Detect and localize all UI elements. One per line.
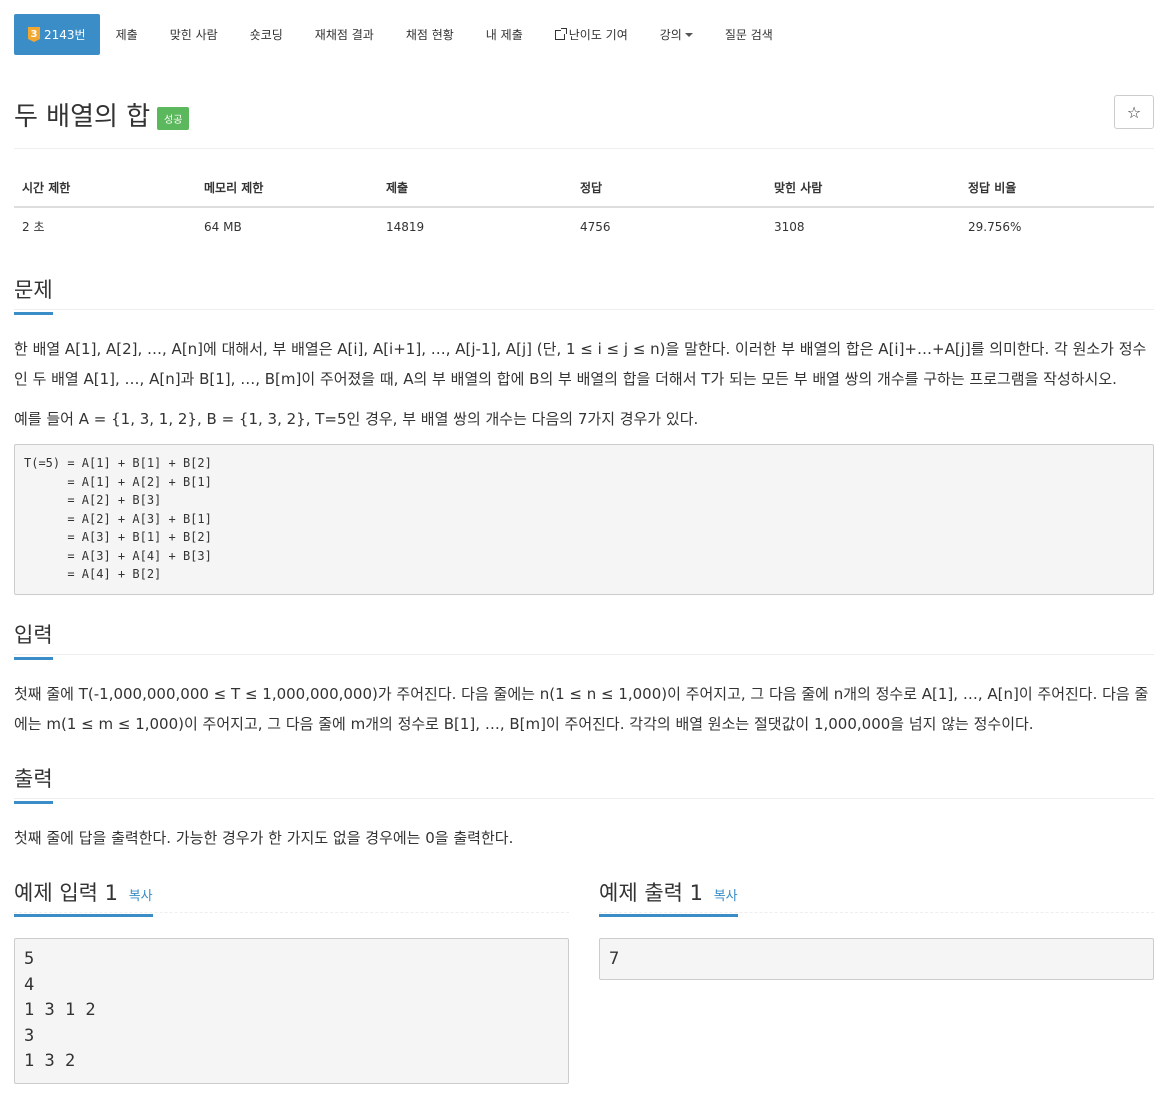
problem-example-intro: 예를 들어 A = {1, 3, 1, 2}, B = {1, 3, 2}, T…: [14, 410, 699, 428]
problem-menu: 3 2143번 제출 맞힌 사람 숏코딩 재채점 결과 채점 현황 내 제출 난…: [14, 14, 789, 55]
tab-submit[interactable]: 제출: [100, 14, 154, 55]
problem-info-table: 시간 제한 메모리 제한 제출 정답 맞힌 사람 정답 비율 2 초 64 MB…: [14, 170, 1154, 245]
time-limit-value: 2 초: [22, 220, 45, 234]
output-description: 첫째 줄에 답을 출력한다. 가능한 경우가 한 가지도 없을 경우에는 0을 …: [14, 829, 514, 847]
sample-input-heading: 예제 입력 1 복사: [14, 877, 569, 917]
tab-rejudge-results[interactable]: 재채점 결과: [299, 14, 390, 55]
header-accept-ratio: 정답 비율: [960, 170, 1154, 208]
tab-difficulty-contribution[interactable]: 난이도 기여: [539, 14, 644, 55]
tier-badge-icon: 3: [28, 27, 40, 42]
input-description: 첫째 줄에 T(-1,000,000,000 ≤ T ≤ 1,000,000,0…: [14, 685, 1149, 733]
input-heading: 입력: [14, 619, 1154, 660]
caret-down-icon: [684, 32, 693, 37]
star-icon: ☆: [1126, 102, 1142, 122]
table-header-row: 시간 제한 메모리 제한 제출 정답 맞힌 사람 정답 비율: [14, 170, 1154, 208]
output-heading-text: 출력: [14, 763, 53, 804]
divider: [14, 148, 1154, 149]
table-row: 2 초 64 MB 14819 4756 3108 29.756%: [14, 207, 1154, 245]
problem-description: 한 배열 A[1], A[2], …, A[n]에 대해서, 부 배열은 A[i…: [14, 340, 1147, 388]
tab-lectures-label: 강의: [659, 28, 682, 42]
header-accepted: 정답: [572, 170, 766, 208]
tab-lectures[interactable]: 강의: [644, 14, 709, 55]
problem-example-code: T(=5) = A[1] + B[1] + B[2] = A[1] + A[2]…: [14, 444, 1154, 595]
tab-my-submissions[interactable]: 내 제출: [470, 14, 539, 55]
status-badge: 성공: [157, 107, 190, 130]
memory-limit-value: 64 MB: [204, 219, 242, 234]
tab-question-search[interactable]: 질문 검색: [709, 14, 789, 55]
header-solved-users: 맞힌 사람: [766, 170, 960, 208]
header-submissions: 제출: [378, 170, 572, 208]
copy-sample-input-button[interactable]: 복사: [129, 889, 153, 904]
tab-problem-label: 2143번: [44, 28, 86, 42]
problem-heading: 문제: [14, 274, 1154, 315]
output-heading: 출력: [14, 763, 1154, 804]
external-link-icon: [554, 27, 567, 40]
sample-output-box[interactable]: 7: [599, 938, 1154, 980]
sample-input-title: 예제 입력 1: [14, 881, 118, 905]
sample-output-heading: 예제 출력 1 복사: [599, 877, 1154, 917]
title-row: 두 배열의 합 성공 ☆: [14, 92, 1154, 132]
accepted-value: 4756: [580, 219, 611, 234]
solved-users-value: 3108: [774, 219, 805, 234]
input-heading-text: 입력: [14, 619, 53, 660]
sample-input-heading-text: 예제 입력 1 복사: [14, 877, 153, 917]
tab-problem[interactable]: 3 2143번: [14, 14, 100, 55]
tab-difficulty-label: 난이도 기여: [568, 28, 628, 42]
tab-short-coding[interactable]: 숏코딩: [234, 14, 299, 55]
page-title: 두 배열의 합: [14, 102, 151, 132]
sample-output-heading-text: 예제 출력 1 복사: [599, 877, 738, 917]
submissions-value: 14819: [386, 219, 425, 234]
problem-heading-text: 문제: [14, 274, 53, 315]
accept-ratio-value: 29.756%: [968, 219, 1022, 234]
header-time-limit: 시간 제한: [14, 170, 196, 208]
tab-status[interactable]: 채점 현황: [390, 14, 470, 55]
copy-sample-output-button[interactable]: 복사: [714, 889, 738, 904]
sample-output-title: 예제 출력 1: [599, 881, 703, 905]
favorite-star-button[interactable]: ☆: [1114, 95, 1154, 129]
sample-input-box[interactable]: 5 4 1 3 1 2 3 1 3 2: [14, 938, 569, 1084]
header-memory-limit: 메모리 제한: [196, 170, 378, 208]
tab-solved-users[interactable]: 맞힌 사람: [154, 14, 234, 55]
